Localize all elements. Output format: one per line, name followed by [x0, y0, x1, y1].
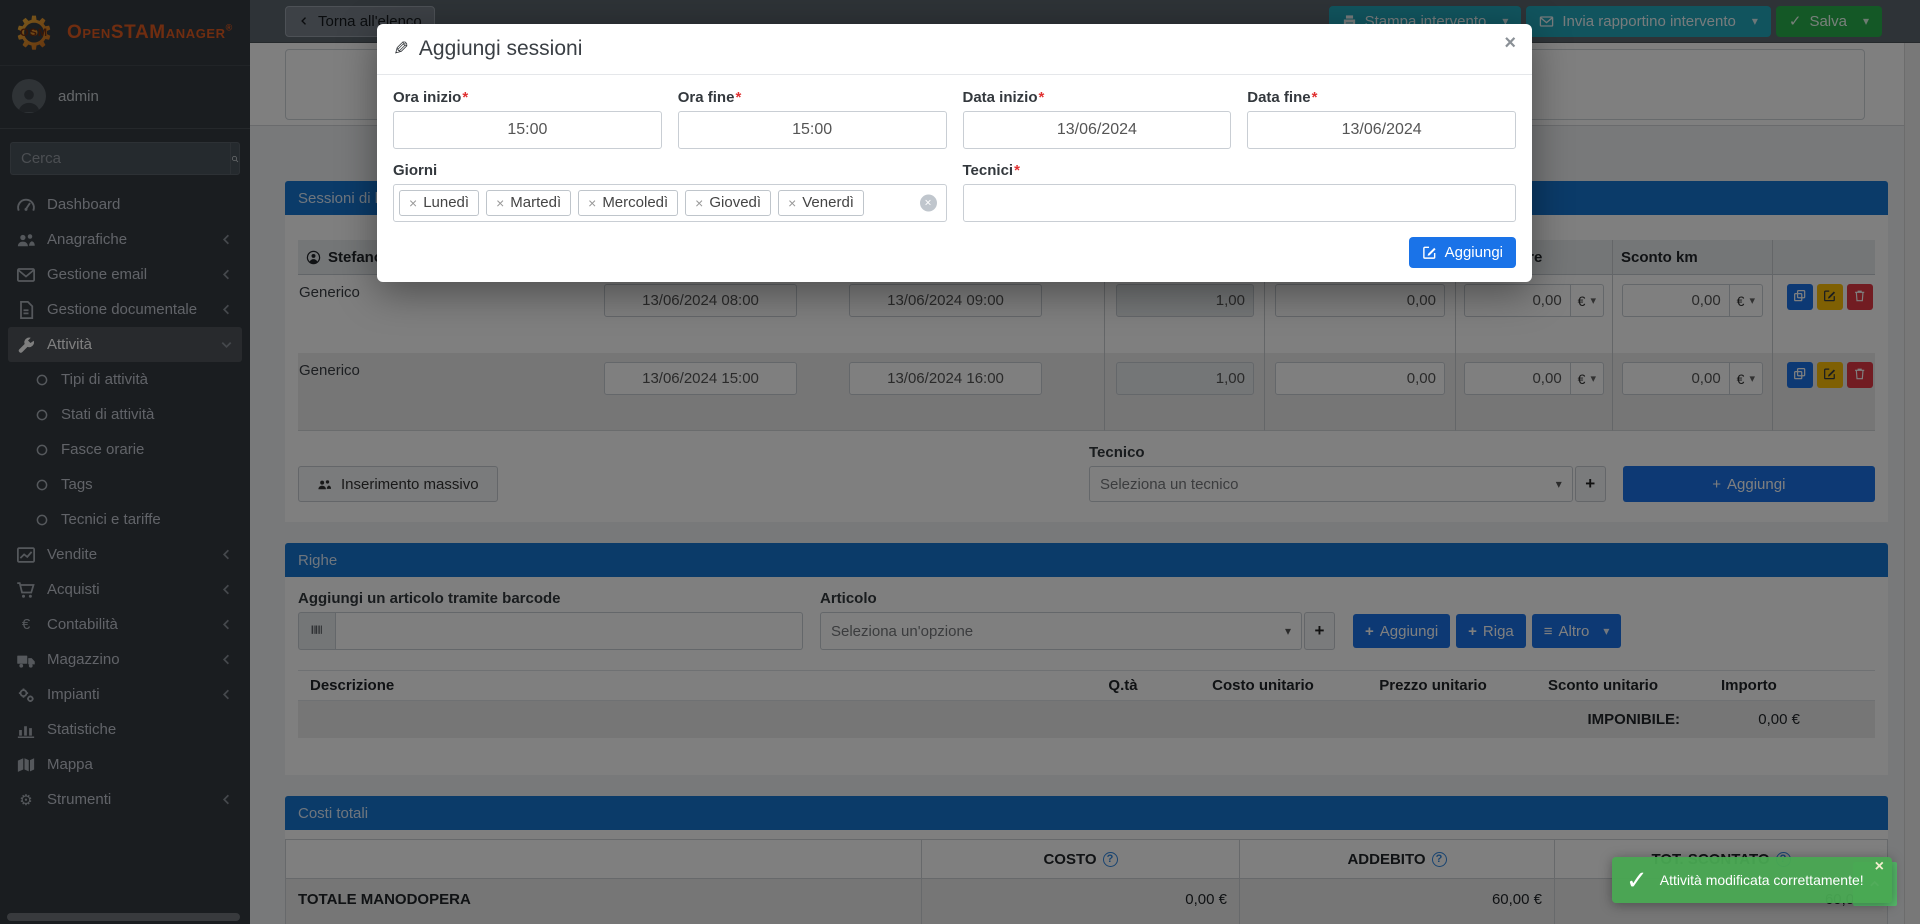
ora-inizio-label: Ora inizio* [393, 89, 662, 106]
tecnici-input[interactable] [963, 184, 1517, 222]
remove-tag-icon[interactable]: × [788, 195, 796, 211]
modal-close-button[interactable]: × [1504, 32, 1516, 55]
day-tag: ×Venerdì [778, 190, 864, 216]
giorni-label: Giorni [393, 162, 947, 179]
check-icon: ✓ [1626, 867, 1648, 893]
success-toast: ✓ Attività modificata correttamente! × [1612, 857, 1892, 903]
tecnici-label: Tecnici* [963, 162, 1517, 179]
field-ora-inizio: Ora inizio* [393, 89, 662, 149]
modal-header: ✎ Aggiungi sessioni × [377, 24, 1532, 75]
field-data-inizio: Data inizio* [963, 89, 1232, 149]
field-ora-fine: Ora fine* [678, 89, 947, 149]
remove-tag-icon[interactable]: × [695, 195, 703, 211]
toast-close-icon[interactable]: × [1875, 858, 1884, 876]
day-tag: ×Giovedì [685, 190, 771, 216]
field-giorni: Giorni ×Lunedì ×Martedì ×Mercoledì ×Giov… [393, 162, 947, 222]
remove-tag-icon[interactable]: × [588, 195, 596, 211]
toast-message: Attività modificata correttamente! [1660, 872, 1864, 888]
ora-fine-label: Ora fine* [678, 89, 947, 106]
day-tag: ×Mercoledì [578, 190, 678, 216]
modal-title: ✎ Aggiungi sessioni [393, 37, 582, 61]
edit-icon [1422, 245, 1437, 260]
data-fine-label: Data fine* [1247, 89, 1516, 106]
day-tag: ×Lunedì [399, 190, 479, 216]
remove-tag-icon[interactable]: × [409, 195, 417, 211]
clear-tags-icon[interactable]: × [920, 195, 937, 212]
data-inizio-label: Data inizio* [963, 89, 1232, 106]
data-inizio-input[interactable] [963, 111, 1232, 149]
modal-submit-button[interactable]: Aggiungi [1409, 237, 1516, 268]
giorni-tags-input[interactable]: ×Lunedì ×Martedì ×Mercoledì ×Giovedì ×Ve… [393, 184, 947, 222]
field-tecnici: Tecnici* [963, 162, 1517, 222]
data-fine-input[interactable] [1247, 111, 1516, 149]
ora-fine-input[interactable] [678, 111, 947, 149]
ora-inizio-input[interactable] [393, 111, 662, 149]
day-tag: ×Martedì [486, 190, 571, 216]
remove-tag-icon[interactable]: × [496, 195, 504, 211]
field-data-fine: Data fine* [1247, 89, 1516, 149]
pencil-icon: ✎ [393, 38, 409, 61]
modal-footer: Aggiungi [377, 224, 1532, 282]
add-sessions-modal: ✎ Aggiungi sessioni × Ora inizio* Ora fi… [377, 24, 1532, 282]
